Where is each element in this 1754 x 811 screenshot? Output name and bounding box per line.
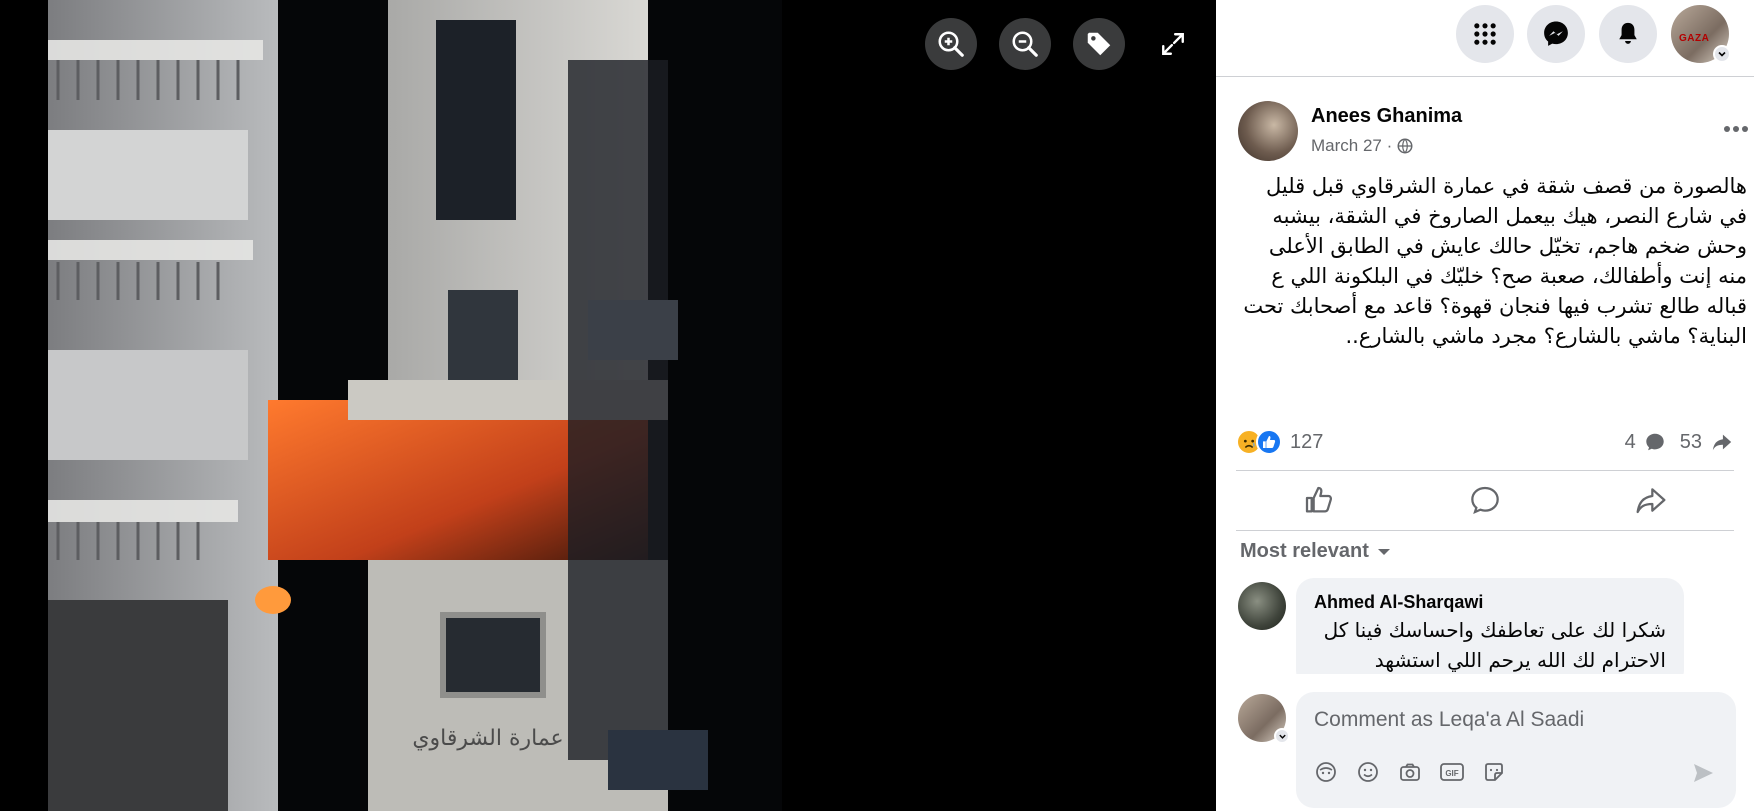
- gif-button[interactable]: GIF: [1438, 758, 1466, 786]
- comment-bubble: Ahmed Al-Sharqawi شكرا لك على تعاطفك واح…: [1296, 578, 1684, 674]
- reaction-count[interactable]: 127: [1290, 431, 1323, 454]
- post-photo[interactable]: عمارة الشرقاوي: [48, 0, 782, 811]
- account-menu-chevron[interactable]: [1713, 45, 1731, 63]
- composer-tools: GIF: [1312, 758, 1508, 786]
- caret-down-icon: [1377, 548, 1390, 555]
- notifications-button[interactable]: [1599, 5, 1657, 63]
- expand-icon: [1162, 33, 1184, 55]
- sticker-icon: [1485, 763, 1503, 781]
- avatar-sticker-button[interactable]: [1312, 758, 1340, 786]
- comment-count[interactable]: 4: [1625, 431, 1636, 454]
- app-root: عمارة الشرقاوي GAZA Anees Ghanima March …: [0, 0, 1754, 811]
- share-arrow-icon: [1712, 434, 1732, 451]
- like-reaction-icon[interactable]: [1256, 429, 1282, 455]
- like-button[interactable]: [1259, 478, 1379, 522]
- comment-input[interactable]: [1314, 706, 1714, 734]
- chevron-down-icon: [1278, 734, 1286, 739]
- post-options-button[interactable]: [1718, 111, 1754, 147]
- sort-label: Most relevant: [1240, 540, 1369, 562]
- zoom-out-button[interactable]: [999, 18, 1051, 70]
- messenger-button[interactable]: [1527, 5, 1585, 63]
- grid-menu-icon: [1474, 23, 1496, 45]
- author-avatar[interactable]: [1238, 101, 1298, 161]
- building-sign: عمارة الشرقاوي: [412, 726, 563, 751]
- avatar-text: GAZA: [1679, 33, 1710, 44]
- send-comment-button[interactable]: [1688, 758, 1718, 788]
- comment-composer: GIF: [1238, 692, 1738, 808]
- author-name[interactable]: Anees Ghanima: [1311, 105, 1462, 128]
- comment-icon: [1471, 486, 1499, 515]
- bell-icon: [1619, 22, 1637, 44]
- camera-icon: [1400, 763, 1420, 781]
- share-button[interactable]: [1591, 478, 1711, 522]
- thumbs-up-icon: [1305, 486, 1332, 513]
- chevron-down-icon: [1718, 51, 1726, 57]
- tag-button[interactable]: [1073, 18, 1125, 70]
- post-panel: GAZA Anees Ghanima March 27 · هالصورة من…: [1216, 0, 1754, 811]
- top-bar: GAZA: [1216, 0, 1754, 77]
- emoji-icon: [1358, 762, 1378, 782]
- more-options-icon: [1724, 126, 1748, 132]
- comment-button[interactable]: [1425, 478, 1545, 522]
- divider: [1236, 530, 1734, 531]
- commenter-name[interactable]: Ahmed Al-Sharqawi: [1314, 592, 1666, 613]
- share-count[interactable]: 53: [1680, 431, 1702, 454]
- engagement-counts: 4 53: [1625, 426, 1734, 458]
- post-actions: [1236, 472, 1734, 528]
- photo-viewer: عمارة الشرقاوي: [0, 0, 1216, 811]
- fullscreen-button[interactable]: [1147, 18, 1199, 70]
- current-user-chevron[interactable]: [1274, 728, 1290, 744]
- globe-icon[interactable]: [1396, 137, 1414, 155]
- zoom-out-icon: [1012, 31, 1038, 57]
- commenter-avatar[interactable]: [1238, 582, 1286, 630]
- sticker-button[interactable]: [1480, 758, 1508, 786]
- gif-icon: GIF: [1440, 763, 1464, 781]
- viewer-toolbar: [925, 18, 1199, 70]
- comment-item: Ahmed Al-Sharqawi شكرا لك على تعاطفك واح…: [1238, 578, 1738, 674]
- send-icon: [1694, 764, 1713, 782]
- zoom-in-icon: [938, 31, 964, 57]
- tag-icon: [1087, 32, 1111, 56]
- zoom-in-button[interactable]: [925, 18, 977, 70]
- comment-text: شكرا لك على تعاطفك واحساسك فينا كل الاحت…: [1323, 618, 1666, 672]
- photo-button[interactable]: [1396, 758, 1424, 786]
- messenger-icon: [1544, 21, 1568, 46]
- menu-button[interactable]: [1456, 5, 1514, 63]
- comment-bubble-icon: [1646, 433, 1664, 451]
- divider: [1236, 470, 1734, 471]
- reactions-bar: 127 4 53: [1236, 426, 1734, 458]
- comment-sort-dropdown[interactable]: Most relevant: [1240, 540, 1391, 563]
- avatar-sticker-icon: [1316, 762, 1336, 782]
- post-date[interactable]: March 27 ·: [1311, 136, 1392, 156]
- comment-input-box: GIF: [1296, 692, 1736, 808]
- post-meta: March 27 ·: [1311, 136, 1414, 156]
- share-icon: [1636, 488, 1666, 514]
- post-text: هالصورة من قصف شقة في عمارة الشرقاوي قبل…: [1243, 174, 1747, 348]
- post-header: Anees Ghanima March 27 ·: [1238, 101, 1748, 161]
- svg-text:GIF: GIF: [1445, 769, 1458, 778]
- emoji-button[interactable]: [1354, 758, 1382, 786]
